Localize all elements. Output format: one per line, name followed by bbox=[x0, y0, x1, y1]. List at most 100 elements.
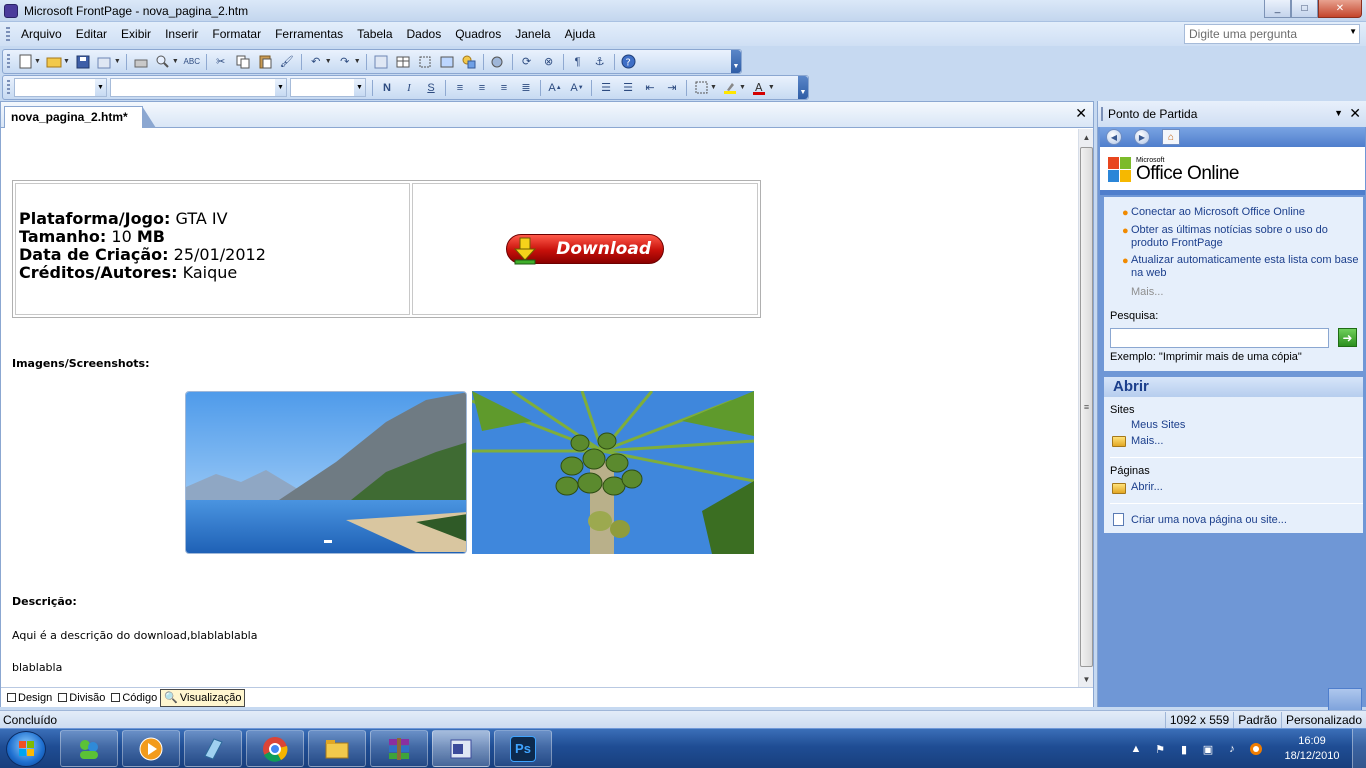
decrease-indent-icon[interactable]: ⇤ bbox=[642, 80, 658, 96]
taskbar-winrar[interactable] bbox=[370, 730, 428, 767]
search-go-button[interactable]: ➜ bbox=[1338, 328, 1357, 347]
link-create-new[interactable]: Criar uma nova página ou site... bbox=[1131, 514, 1359, 527]
font-color-icon[interactable]: A bbox=[751, 80, 767, 96]
increase-font-icon[interactable]: A ▲ bbox=[547, 80, 563, 96]
view-tab-code[interactable]: Código bbox=[108, 689, 160, 707]
task-pane-menu-icon[interactable]: ▼ bbox=[1334, 108, 1343, 118]
document-close-icon[interactable]: ✕ bbox=[1075, 105, 1087, 122]
avast-icon[interactable] bbox=[1249, 742, 1263, 756]
menu-exibir[interactable]: Exibir bbox=[114, 27, 158, 41]
numbered-list-icon[interactable]: ☰ bbox=[598, 80, 614, 96]
volume-icon[interactable]: ♪ bbox=[1225, 742, 1239, 756]
menu-ajuda[interactable]: Ajuda bbox=[558, 27, 603, 41]
help-question-input[interactable]: Digite uma pergunta ▼ bbox=[1184, 24, 1360, 44]
menu-janela[interactable]: Janela bbox=[508, 27, 557, 41]
refresh-icon[interactable]: ⟳ bbox=[519, 54, 535, 70]
underline-button[interactable]: S bbox=[423, 80, 439, 96]
taskbar-notepad[interactable] bbox=[184, 730, 242, 767]
bulleted-list-icon[interactable]: ☰ bbox=[620, 80, 636, 96]
maximize-button[interactable]: □ bbox=[1291, 0, 1318, 18]
scroll-thumb[interactable]: ≡ bbox=[1080, 147, 1093, 667]
toolbar-grip[interactable] bbox=[7, 79, 10, 96]
drawing-icon[interactable] bbox=[461, 54, 477, 70]
system-clock[interactable]: 16:09 18/12/2010 bbox=[1282, 734, 1342, 764]
scroll-up-icon[interactable]: ▲ bbox=[1079, 129, 1094, 145]
show-desktop-button[interactable] bbox=[1352, 729, 1366, 768]
open-folder-icon[interactable] bbox=[46, 54, 62, 70]
decrease-font-icon[interactable]: A ▼ bbox=[569, 80, 585, 96]
page-canvas[interactable]: Plataforma/Jogo: GTA IV Tamanho: 10 MB D… bbox=[1, 129, 1077, 687]
vertical-scrollbar[interactable]: ▲ ≡ ▼ bbox=[1078, 129, 1093, 687]
screenshot-lake-image[interactable] bbox=[185, 391, 467, 554]
spelling-icon[interactable]: ABC bbox=[184, 54, 200, 70]
italic-button[interactable]: I bbox=[401, 80, 417, 96]
style-dropdown-icon[interactable]: ▼ bbox=[95, 79, 106, 96]
highlight-icon[interactable] bbox=[722, 80, 738, 96]
font-size-dropdown-icon[interactable]: ▼ bbox=[354, 79, 365, 96]
status-custom[interactable]: Personalizado bbox=[1280, 711, 1366, 728]
open-dropdown-icon[interactable]: ▼ bbox=[63, 58, 70, 65]
link-connect-office-online[interactable]: Conectar ao Microsoft Office Online bbox=[1131, 206, 1359, 219]
taskbar-explorer[interactable] bbox=[308, 730, 366, 767]
menu-inserir[interactable]: Inserir bbox=[158, 27, 205, 41]
action-center-flag-icon[interactable]: ⚑ bbox=[1153, 742, 1167, 756]
print-icon[interactable] bbox=[133, 54, 149, 70]
borders-icon[interactable] bbox=[693, 80, 709, 96]
redo-icon[interactable]: ↷ bbox=[337, 54, 353, 70]
font-color-dropdown-icon[interactable]: ▼ bbox=[768, 84, 775, 91]
undo-dropdown-icon[interactable]: ▼ bbox=[325, 58, 332, 65]
justify-icon[interactable]: ≣ bbox=[518, 80, 534, 96]
publish-icon[interactable] bbox=[97, 54, 113, 70]
bold-button[interactable]: N bbox=[379, 80, 395, 96]
anchor-icon[interactable]: ⚓ bbox=[592, 54, 608, 70]
document-tab[interactable]: nova_pagina_2.htm* bbox=[4, 106, 156, 128]
menu-formatar[interactable]: Formatar bbox=[205, 27, 268, 41]
task-pane-grip[interactable] bbox=[1101, 107, 1103, 121]
menu-dados[interactable]: Dados bbox=[400, 27, 449, 41]
link-pages-open[interactable]: Abrir... bbox=[1131, 481, 1359, 494]
toolbar-options-icon[interactable]: ▼ bbox=[798, 76, 808, 99]
web-component-icon[interactable] bbox=[373, 54, 389, 70]
font-dropdown-icon[interactable]: ▼ bbox=[275, 79, 286, 96]
help-dropdown-icon[interactable]: ▼ bbox=[1349, 27, 1357, 36]
save-icon[interactable] bbox=[75, 54, 91, 70]
publish-dropdown-icon[interactable]: ▼ bbox=[114, 58, 121, 65]
screenshot-papaya-image[interactable] bbox=[472, 391, 754, 554]
show-all-icon[interactable]: ¶ bbox=[570, 54, 586, 70]
hyperlink-icon[interactable] bbox=[490, 54, 506, 70]
view-tab-preview[interactable]: 🔍 Visualização bbox=[160, 688, 246, 707]
show-hidden-icons[interactable]: ▲ bbox=[1129, 742, 1143, 756]
status-dimensions[interactable]: 1092 x 559 bbox=[1164, 711, 1233, 728]
link-my-sites[interactable]: Meus Sites bbox=[1131, 419, 1359, 432]
preview-dropdown-icon[interactable]: ▼ bbox=[172, 58, 179, 65]
menu-ferramentas[interactable]: Ferramentas bbox=[268, 27, 350, 41]
link-auto-update[interactable]: Atualizar automaticamente esta lista com… bbox=[1131, 254, 1359, 280]
info-table[interactable]: Plataforma/Jogo: GTA IV Tamanho: 10 MB D… bbox=[12, 180, 761, 318]
highlight-dropdown-icon[interactable]: ▼ bbox=[739, 84, 746, 91]
forward-icon[interactable]: ▶ bbox=[1134, 129, 1150, 145]
paste-icon[interactable] bbox=[257, 54, 273, 70]
close-button[interactable]: ✕ bbox=[1318, 0, 1362, 18]
link-latest-news[interactable]: Obter as últimas notícias sobre o uso do… bbox=[1131, 224, 1359, 250]
insert-picture-icon[interactable] bbox=[439, 54, 455, 70]
menu-editar[interactable]: Editar bbox=[69, 27, 114, 41]
download-button[interactable]: Download bbox=[506, 234, 664, 265]
increase-indent-icon[interactable]: ⇥ bbox=[664, 80, 680, 96]
toolbar-options-icon[interactable]: ▼ bbox=[731, 50, 741, 73]
insert-layer-icon[interactable] bbox=[417, 54, 433, 70]
font-size-combo[interactable]: ▼ bbox=[290, 78, 366, 97]
view-tab-split[interactable]: Divisão bbox=[55, 689, 108, 707]
align-center-icon[interactable]: ≡ bbox=[474, 80, 490, 96]
taskbar-messenger[interactable] bbox=[60, 730, 118, 767]
style-combo[interactable]: ▼ bbox=[14, 78, 107, 97]
undo-icon[interactable]: ↶ bbox=[308, 54, 324, 70]
menu-grip[interactable] bbox=[6, 27, 10, 41]
taskbar-chrome[interactable] bbox=[246, 730, 304, 767]
stop-icon[interactable]: ⊗ bbox=[541, 54, 557, 70]
minimize-button[interactable]: _ bbox=[1264, 0, 1291, 18]
search-input[interactable] bbox=[1110, 328, 1329, 348]
menu-tabela[interactable]: Tabela bbox=[350, 27, 399, 41]
new-page-icon[interactable] bbox=[17, 54, 33, 70]
taskbar-media-player[interactable] bbox=[122, 730, 180, 767]
view-tab-design[interactable]: Design bbox=[4, 689, 55, 707]
